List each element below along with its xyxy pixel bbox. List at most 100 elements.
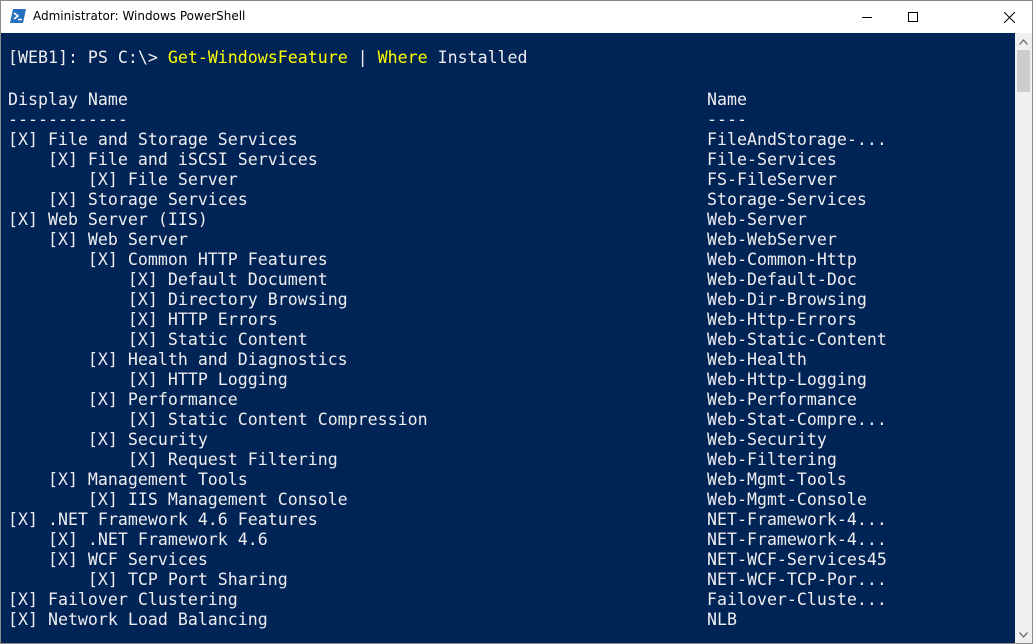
feature-display-name: [X] Directory Browsing <box>8 290 348 309</box>
feature-row: [X] Default Document Web-Default-Doc <box>8 270 857 290</box>
minimize-button[interactable] <box>844 1 890 33</box>
name-header: Name <box>707 90 747 109</box>
feature-display-name: [X] Static Content Compression <box>8 410 428 429</box>
feature-row: [X] Static Content Compression Web-Stat-C… <box>8 410 887 430</box>
pipe-operator: | <box>347 48 378 67</box>
feature-display-name: [X] File and Storage Services <box>8 130 298 149</box>
powershell-icon <box>10 9 26 23</box>
feature-name: Web-Static-Content <box>707 330 887 349</box>
scroll-down-button[interactable] <box>1015 626 1032 643</box>
feature-display-name: [X] Security <box>8 430 208 449</box>
feature-row: [X] Web Server (IIS) Web-Server <box>8 210 807 230</box>
feature-name: Web-Filtering <box>707 450 837 469</box>
vertical-scrollbar[interactable] <box>1015 33 1032 643</box>
feature-row: [X] File and iSCSI Services File-Services <box>8 150 837 170</box>
scroll-up-button[interactable] <box>1015 33 1032 50</box>
feature-display-name: [X] HTTP Logging <box>8 370 288 389</box>
feature-display-name: [X] TCP Port Sharing <box>8 570 288 589</box>
feature-row: [X] TCP Port Sharing NET-WCF-TCP-Por... <box>8 570 887 590</box>
feature-name: Web-WebServer <box>707 230 837 249</box>
feature-row: [X] Storage Services Storage-Services <box>8 190 867 210</box>
feature-display-name: [X] Health and Diagnostics <box>8 350 348 369</box>
feature-name: Web-Default-Doc <box>707 270 857 289</box>
feature-display-name: [X] HTTP Errors <box>8 310 278 329</box>
feature-row: [X] Health and Diagnostics Web-Health <box>8 350 807 370</box>
feature-name: FS-FileServer <box>707 170 837 189</box>
feature-row: [X] .NET Framework 4.6 NET-Framework-4... <box>8 530 887 550</box>
feature-name: Storage-Services <box>707 190 867 209</box>
feature-name: Web-Http-Errors <box>707 310 857 329</box>
feature-name: Web-Security <box>707 430 827 449</box>
feature-name: NET-Framework-4... <box>707 530 887 549</box>
feature-row: [X] Network Load Balancing NLB <box>8 610 737 630</box>
feature-name: File-Services <box>707 150 837 169</box>
feature-name: Web-Http-Logging <box>707 370 867 389</box>
feature-name: Failover-Cluste... <box>707 590 887 609</box>
console-output[interactable]: [WEB1]: PS C:\> Get-WindowsFeature | Whe… <box>1 33 1015 643</box>
feature-display-name: [X] Management Tools <box>8 470 248 489</box>
feature-name: Web-Mgmt-Tools <box>707 470 847 489</box>
feature-name: NET-WCF-TCP-Por... <box>707 570 887 589</box>
scroll-thumb[interactable] <box>1017 50 1030 92</box>
feature-display-name: [X] Performance <box>8 390 238 409</box>
header-underline-row: ------------ ---- <box>8 110 747 130</box>
maximize-icon <box>908 12 918 22</box>
feature-name: Web-Dir-Browsing <box>707 290 867 309</box>
powershell-window: Administrator: Windows PowerShell [WEB1]… <box>0 0 1033 644</box>
title-bar[interactable]: Administrator: Windows PowerShell <box>1 1 1032 33</box>
feature-name: NET-Framework-4... <box>707 510 887 529</box>
feature-name: Web-Performance <box>707 390 857 409</box>
command-argument: Installed <box>427 48 528 67</box>
feature-row: [X] Static Content Web-Static-Content <box>8 330 887 350</box>
feature-display-name: [X] Failover Clustering <box>8 590 238 609</box>
where-command: Where <box>377 48 428 67</box>
feature-row: [X] IIS Management Console Web-Mgmt-Conso… <box>8 490 867 510</box>
feature-display-name: [X] WCF Services <box>8 550 208 569</box>
feature-row: [X] Failover Clustering Failover-Cluste..… <box>8 590 887 610</box>
feature-name: Web-Server <box>707 210 807 229</box>
feature-row: [X] HTTP Errors Web-Http-Errors <box>8 310 857 330</box>
feature-display-name: [X] Network Load Balancing <box>8 610 268 629</box>
feature-display-name: [X] Default Document <box>8 270 328 289</box>
feature-row: [X] Web Server Web-WebServer <box>8 230 837 250</box>
feature-row: [X] File and Storage Services FileAndStor… <box>8 130 887 150</box>
feature-display-name: [X] Static Content <box>8 330 308 349</box>
feature-row: [X] Security Web-Security <box>8 430 827 450</box>
feature-name: Web-Health <box>707 350 807 369</box>
feature-display-name: [X] Storage Services <box>8 190 248 209</box>
feature-display-name: [X] Common HTTP Features <box>8 250 328 269</box>
feature-name: Web-Stat-Compre... <box>707 410 887 429</box>
feature-row: [X] Directory Browsing Web-Dir-Browsing <box>8 290 867 310</box>
display-name-underline: ------------ <box>8 110 128 129</box>
maximize-button[interactable] <box>890 1 936 33</box>
name-underline: ---- <box>707 110 747 129</box>
command-line: [WEB1]: PS C:\> Get-WindowsFeature | Whe… <box>8 48 528 68</box>
feature-name: Web-Common-Http <box>707 250 857 269</box>
feature-display-name: [X] Web Server <box>8 230 188 249</box>
feature-name: Web-Mgmt-Console <box>707 490 867 509</box>
feature-display-name: [X] .NET Framework 4.6 Features <box>8 510 318 529</box>
display-name-header: Display Name <box>8 90 128 109</box>
feature-name: NLB <box>707 610 737 629</box>
feature-display-name: [X] IIS Management Console <box>8 490 348 509</box>
feature-row: [X] Performance Web-Performance <box>8 390 857 410</box>
feature-row: [X] WCF Services NET-WCF-Services45 <box>8 550 887 570</box>
feature-row: [X] File Server FS-FileServer <box>8 170 837 190</box>
header-row: Display Name Name <box>8 90 747 110</box>
feature-name: FileAndStorage-... <box>707 130 887 149</box>
window-title: Administrator: Windows PowerShell <box>33 9 246 23</box>
command-name: Get-WindowsFeature <box>167 48 348 67</box>
feature-display-name: [X] .NET Framework 4.6 <box>8 530 268 549</box>
chevron-up-icon <box>1019 38 1028 45</box>
feature-row: [X] HTTP Logging Web-Http-Logging <box>8 370 867 390</box>
feature-display-name: [X] Web Server (IIS) <box>8 210 208 229</box>
feature-row: [X] Common HTTP Features Web-Common-Http <box>8 250 857 270</box>
feature-row: [X] .NET Framework 4.6 Features NET-Frame… <box>8 510 887 530</box>
close-button[interactable] <box>986 1 1032 33</box>
chevron-down-icon <box>1019 631 1028 638</box>
feature-display-name: [X] File and iSCSI Services <box>8 150 318 169</box>
feature-display-name: [X] Request Filtering <box>8 450 338 469</box>
feature-row: [X] Request Filtering Web-Filtering <box>8 450 837 470</box>
feature-display-name: [X] File Server <box>8 170 238 189</box>
close-icon <box>1003 11 1015 23</box>
